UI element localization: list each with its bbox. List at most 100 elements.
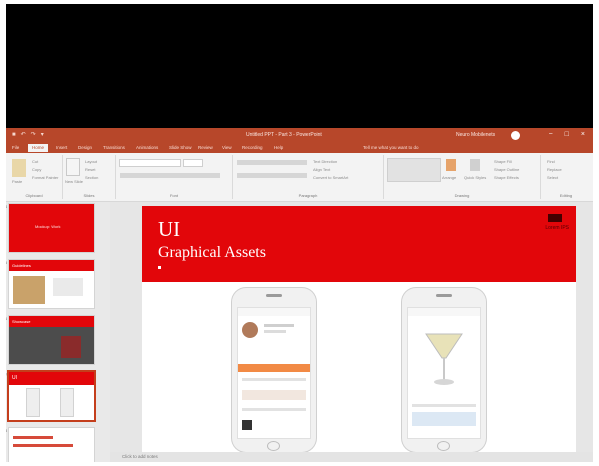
shape-fill-button[interactable]: Shape Fill [494, 159, 512, 164]
slide-title-banner: UI Graphical Assets Lorem IPS [142, 206, 576, 282]
tab-file[interactable]: File [12, 145, 19, 150]
thumbnail-photo [9, 327, 94, 364]
customize-icon[interactable]: ▾ [41, 131, 44, 139]
reset-button[interactable]: Reset [85, 167, 95, 172]
slide-thumbnails-pane[interactable]: 4 Mockup: Work 5 Guidelines 6 Showcase 7 [6, 202, 110, 462]
editing-label: Editing [559, 193, 573, 198]
profile-text-line [264, 330, 286, 333]
slide-title[interactable]: UI [158, 217, 180, 242]
app-header [238, 308, 310, 316]
alignment-buttons[interactable] [237, 173, 307, 178]
copy-button[interactable]: Copy [32, 167, 41, 172]
thumbnail-title: Guidelines [12, 263, 31, 268]
tab-animations[interactable]: Animations [136, 145, 158, 150]
select-button[interactable]: Select [547, 175, 558, 180]
thumbnail-line [13, 444, 73, 447]
paste-icon[interactable] [12, 159, 26, 177]
clipboard-label: Clipboard [25, 193, 43, 198]
paragraph-group: Text Direction Align Text Convert to Sma… [233, 155, 384, 199]
tab-recording[interactable]: Recording [242, 145, 263, 150]
thumbnail-photo [13, 276, 45, 304]
paste-button[interactable]: Paste [12, 179, 22, 184]
shape-effects-button[interactable]: Shape Effects [494, 175, 519, 180]
new-slide-button[interactable]: New Slide [65, 179, 83, 184]
tab-review[interactable]: Review [198, 145, 213, 150]
thumbnail-slide[interactable]: 8 [6, 428, 94, 462]
tell-me-search[interactable]: Tell me what you want to do [363, 145, 419, 150]
thumbnail-slide[interactable]: 5 Guidelines [6, 260, 94, 308]
save-icon[interactable]: ■ [12, 131, 16, 139]
phone-speaker [436, 294, 452, 297]
thumbnail-slide-selected[interactable]: 7 UI [6, 372, 94, 420]
font-size-dropdown[interactable] [184, 160, 202, 166]
list-row [242, 390, 306, 400]
tab-home[interactable]: Home [28, 144, 49, 152]
notes-placeholder[interactable]: Click to add notes [122, 454, 158, 459]
align-text-button[interactable]: Align Text [313, 167, 330, 172]
new-slide-icon[interactable] [67, 159, 79, 175]
maximize-button[interactable]: □ [565, 131, 569, 139]
arrange-button[interactable]: Arrange [442, 175, 456, 180]
avatar [242, 322, 258, 338]
window-controls: − □ × [549, 131, 585, 139]
thumbnail-title: UI [12, 375, 17, 381]
current-slide[interactable]: UI Graphical Assets Lorem IPS [142, 206, 576, 452]
layout-button[interactable]: Layout [85, 159, 97, 164]
minimize-button[interactable]: − [549, 131, 553, 139]
tab-insert[interactable]: Insert [56, 145, 67, 150]
thumbnail-image [61, 336, 81, 358]
shapes-gallery[interactable] [388, 159, 440, 181]
home-button [438, 442, 449, 450]
slide-editing-area[interactable]: UI Graphical Assets Lorem IPS [110, 202, 593, 452]
tab-transitions[interactable]: Transitions [103, 145, 125, 150]
notes-bar[interactable]: Click to add notes [110, 452, 593, 462]
thumbnail-slide[interactable]: 6 Showcase [6, 316, 94, 364]
clipboard-group: Paste Cut Copy Format Painter Clipboard [6, 155, 63, 199]
list-buttons[interactable] [237, 160, 307, 165]
thumbnail-phone [27, 389, 39, 416]
phone-mockup-detail[interactable] [402, 288, 486, 452]
smartart-button[interactable]: Convert to SmartArt [313, 175, 348, 180]
avatar[interactable] [511, 131, 520, 140]
font-group: Font [116, 155, 233, 199]
bullet-dot [158, 266, 161, 269]
app-header [408, 308, 480, 316]
replace-button[interactable]: Replace [547, 167, 562, 172]
phone-screen [238, 308, 310, 438]
tab-help[interactable]: Help [274, 145, 283, 150]
window-title: Untitled PPT - Part 3 - PowerPoint [246, 132, 322, 138]
format-painter-button[interactable]: Format Painter [32, 175, 58, 180]
slide-subtitle[interactable]: Graphical Assets [158, 244, 266, 262]
tab-design[interactable]: Design [78, 145, 92, 150]
arrange-icon[interactable] [446, 159, 456, 171]
list-line [242, 378, 306, 381]
quick-styles-icon[interactable] [470, 159, 480, 171]
section-button[interactable]: Section [85, 175, 98, 180]
quick-styles-button[interactable]: Quick Styles [464, 175, 486, 180]
cocktail-glass-icon [425, 333, 463, 385]
editing-group: Find Replace Select Editing [541, 155, 591, 199]
drawing-group: Arrange Quick Styles Shape Fill Shape Ou… [384, 155, 541, 199]
find-button[interactable]: Find [547, 159, 555, 164]
font-name-dropdown[interactable] [120, 160, 180, 166]
cut-button[interactable]: Cut [32, 159, 38, 164]
slides-label: Slides [83, 193, 95, 198]
thumbnail-slide[interactable]: 4 Mockup: Work [6, 204, 94, 252]
tab-slide-show[interactable]: Slide Show [169, 145, 192, 150]
user-name[interactable]: Neuro Mobilenets [456, 132, 495, 138]
undo-icon[interactable]: ↶ [21, 131, 26, 139]
phone-mockup-profile[interactable] [232, 288, 316, 452]
orange-bar [238, 364, 310, 372]
close-button[interactable]: × [581, 131, 585, 139]
profile-text-line [264, 324, 294, 327]
shape-outline-button[interactable]: Shape Outline [494, 167, 519, 172]
paragraph-label: Paragraph [298, 193, 318, 198]
screen: ■ ↶ ↷ ▾ Untitled PPT - Part 3 - PowerPoi… [6, 4, 593, 462]
tab-view[interactable]: View [222, 145, 232, 150]
ribbon-tabs: File Home Insert Design Transitions Anim… [6, 143, 593, 153]
text-direction-button[interactable]: Text Direction [313, 159, 337, 164]
font-formatting-buttons[interactable] [120, 173, 220, 178]
logo-icon [548, 214, 562, 222]
home-button [268, 442, 279, 450]
redo-icon[interactable]: ↷ [31, 131, 36, 139]
